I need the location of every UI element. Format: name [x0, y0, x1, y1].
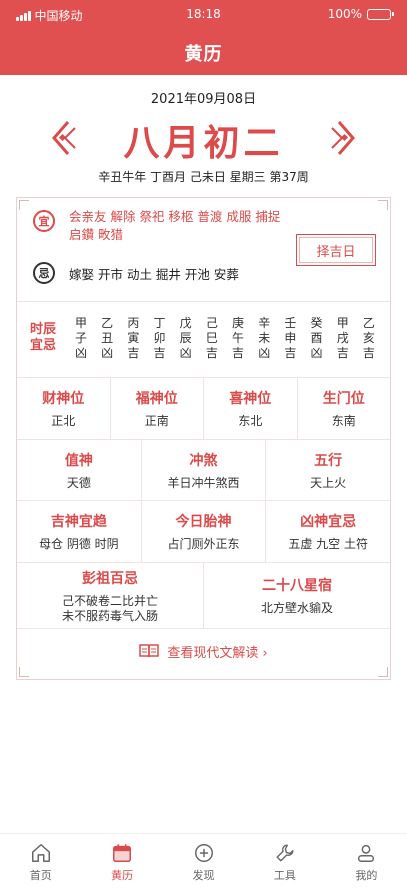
shichen-section: 时辰宜忌 甲子凶 乙丑凶 丙寅吉 丁卯吉 戊辰凶 己巳吉 庚午吉 辛未凶 壬申吉…: [17, 302, 390, 378]
ji-badge-icon: 忌: [33, 262, 55, 284]
shichen-grid: 甲子凶 乙丑凶 丙寅吉 丁卯吉 戊辰凶 己巳吉 庚午吉 辛未凶 壬申吉 癸酉凶 …: [69, 316, 381, 361]
choose-auspicious-day-button[interactable]: 择吉日: [296, 234, 376, 266]
info-row-1: 值神 天德 冲煞 羊日冲牛煞西 五行 天上火: [17, 440, 390, 501]
book-icon: [139, 644, 160, 658]
shichen-item: 戊辰凶: [179, 316, 192, 360]
xingxiu-cell: 二十八星宿 北方壁水貐及: [260, 578, 333, 615]
direction-cell-wealth: 财神位 正北: [17, 378, 111, 439]
shichen-item: 甲戌吉: [336, 316, 349, 360]
shichen-item: 壬申吉: [284, 316, 297, 360]
user-icon: [358, 844, 375, 862]
battery-percent: 100%: [327, 7, 362, 21]
next-day-arrow-icon[interactable]: [329, 118, 359, 158]
calendar-icon: [113, 844, 132, 862]
direction-cell-fortune: 福神位 正南: [111, 378, 204, 439]
status-right: 100%: [327, 7, 394, 21]
top-bar: 中国移动 18:18 100% 黄历: [0, 0, 407, 75]
yi-list: 会亲友 解除 祭祀 移柩 普渡 成服 捕捉 启鑽 畋猎: [69, 209, 281, 242]
shichen-item: 丙寅吉: [127, 316, 140, 360]
ji-list: 嫁娶 开市 动土 掘井 开池 安葬: [69, 267, 239, 282]
solar-date[interactable]: 2021年09月08日: [0, 88, 407, 107]
pengzu-cell: 彭祖百忌 己不破卷二比并亡 未不服药毒气入肠: [17, 563, 204, 628]
shichen-item: 辛未凶: [258, 316, 271, 360]
xiongshen-cell: 凶神宜忌 五虚 九空 土符: [288, 514, 368, 551]
yi-ji-section: 宜 会亲友 解除 祭祀 移柩 普渡 成服 捕捉 启鑽 畋猎 忌 嫁娶 开市 动土…: [17, 198, 390, 302]
zhishen-cell: 值神 天德: [17, 440, 142, 500]
wuxing-cell: 五行 天上火: [310, 452, 347, 490]
shichen-item: 丁卯吉: [153, 316, 166, 360]
lunar-date-row: 八月初二: [0, 110, 407, 166]
bottom-tab-bar: 首页 黄历 发现 工具 我的: [0, 833, 407, 889]
shichen-item: 乙亥吉: [362, 316, 375, 360]
ganzhi-line: 辛丑牛年 丁酉月 己未日 星期三 第37周: [98, 170, 309, 184]
info-row-3: 彭祖百忌 己不破卷二比并亡 未不服药毒气入肠 二十八星宿 北方壁水貐及: [17, 563, 390, 629]
shichen-item: 庚午吉: [232, 316, 245, 360]
almanac-card: 宜 会亲友 解除 祭祀 移柩 普渡 成服 捕捉 启鑽 畋猎 忌 嫁娶 开市 动土…: [16, 197, 391, 680]
status-bar: 中国移动 18:18 100%: [0, 0, 407, 28]
modern-explanation-link[interactable]: 查看现代文解读 ›: [17, 623, 390, 679]
shichen-item: 己巳吉: [205, 316, 218, 360]
direction-cell-life-gate: 生门位 东南: [322, 391, 365, 428]
shichen-label: 时辰宜忌: [29, 322, 56, 353]
battery-icon: [367, 8, 394, 20]
tab-tools[interactable]: 工具: [244, 834, 325, 889]
taishen-cell: 今日胎神 占门厕外正东: [142, 501, 267, 562]
page-title: 黄历: [184, 44, 223, 65]
direction-cell-joy: 喜神位 东北: [204, 378, 298, 439]
modern-explanation-label: 查看现代文解读 ›: [167, 645, 268, 661]
yi-badge-icon: 宜: [33, 210, 55, 232]
tab-discover[interactable]: 发现: [163, 834, 244, 889]
info-row-2: 吉神宜趋 母仓 阴德 时阴 今日胎神 占门厕外正东 凶神宜忌 五虚 九空 土符: [17, 501, 390, 563]
tab-home[interactable]: 首页: [0, 834, 81, 889]
directions-row: 财神位 正北 福神位 正南 喜神位 东北 生门位 东南: [17, 378, 390, 440]
home-icon: [31, 844, 50, 862]
wrench-icon: [276, 844, 294, 862]
plus-circle-icon: [194, 844, 213, 862]
jishen-cell: 吉神宜趋 母仓 阴德 时阴: [17, 501, 142, 562]
shichen-item: 乙丑凶: [101, 316, 114, 360]
chongsha-cell: 冲煞 羊日冲牛煞西: [142, 440, 267, 500]
tab-mine[interactable]: 我的: [326, 834, 407, 889]
tab-almanac[interactable]: 黄历: [81, 834, 162, 889]
shichen-item: 癸酉凶: [310, 316, 323, 360]
shichen-item: 甲子凶: [74, 316, 87, 360]
